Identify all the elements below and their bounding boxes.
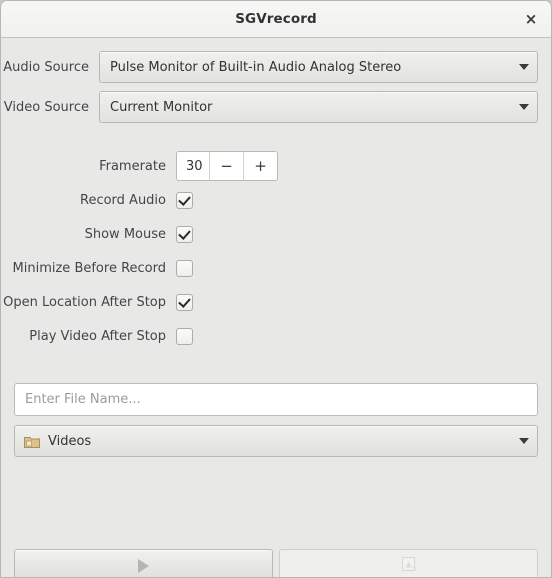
filename-field-wrap: Enter File Name... <box>1 383 551 416</box>
chevron-down-icon <box>519 438 529 444</box>
framerate-row: Framerate 30 − + <box>1 149 551 183</box>
stop-button <box>279 549 538 577</box>
filename-placeholder: Enter File Name... <box>25 392 141 407</box>
dialog-content: Audio Source Pulse Monitor of Built-in A… <box>1 51 551 577</box>
framerate-decrement-button[interactable]: − <box>209 152 243 180</box>
record-audio-label: Record Audio <box>80 192 166 208</box>
option-row-show-mouse: Show Mouse <box>1 217 551 251</box>
stop-icon <box>400 555 418 577</box>
video-source-select[interactable]: Current Monitor <box>99 91 538 123</box>
chevron-down-icon <box>519 104 529 110</box>
option-row-record-audio: Record Audio <box>1 183 551 217</box>
show-mouse-label: Show Mouse <box>84 226 166 242</box>
video-source-label: Video Source <box>3 99 89 115</box>
settings-group: Framerate 30 − + Record Audio Show Mouse… <box>1 149 551 353</box>
show-mouse-checkbox[interactable] <box>176 225 193 243</box>
audio-source-row: Audio Source Pulse Monitor of Built-in A… <box>1 51 551 83</box>
window-title: SGVrecord <box>235 11 317 27</box>
framerate-value[interactable]: 30 <box>177 152 209 180</box>
play-video-after-stop-label: Play Video After Stop <box>29 328 166 344</box>
open-location-after-stop-label: Open Location After Stop <box>3 294 166 310</box>
open-location-after-stop-checkbox[interactable] <box>176 293 193 311</box>
play-icon <box>138 558 149 573</box>
record-audio-checkbox[interactable] <box>176 191 193 209</box>
audio-source-value: Pulse Monitor of Built-in Audio Analog S… <box>110 59 402 75</box>
filename-input[interactable]: Enter File Name... <box>14 383 538 416</box>
option-row-open-location-after-stop: Open Location After Stop <box>1 285 551 319</box>
action-button-bar <box>1 549 551 577</box>
option-row-play-video-after-stop: Play Video After Stop <box>1 319 551 353</box>
folder-icon <box>24 434 40 448</box>
audio-source-select[interactable]: Pulse Monitor of Built-in Audio Analog S… <box>99 51 538 83</box>
minimize-before-record-label: Minimize Before Record <box>12 260 166 276</box>
video-source-value: Current Monitor <box>110 99 213 115</box>
option-row-minimize-before-record: Minimize Before Record <box>1 251 551 285</box>
sgvrecord-window: SGVrecord × Audio Source Pulse Monitor o… <box>0 0 552 578</box>
titlebar: SGVrecord × <box>1 1 551 38</box>
audio-source-label: Audio Source <box>3 59 89 75</box>
minimize-before-record-checkbox[interactable] <box>176 259 193 277</box>
record-button[interactable] <box>14 549 273 577</box>
play-video-after-stop-checkbox[interactable] <box>176 327 193 345</box>
chevron-down-icon <box>519 64 529 70</box>
framerate-stepper[interactable]: 30 − + <box>176 151 278 181</box>
save-location-select[interactable]: Videos <box>14 425 538 457</box>
folder-field-wrap: Videos <box>1 425 551 457</box>
close-icon[interactable]: × <box>519 7 543 31</box>
framerate-increment-button[interactable]: + <box>243 152 277 180</box>
save-location-value: Videos <box>48 433 92 449</box>
video-source-row: Video Source Current Monitor <box>1 91 551 123</box>
framerate-label: Framerate <box>99 158 166 174</box>
